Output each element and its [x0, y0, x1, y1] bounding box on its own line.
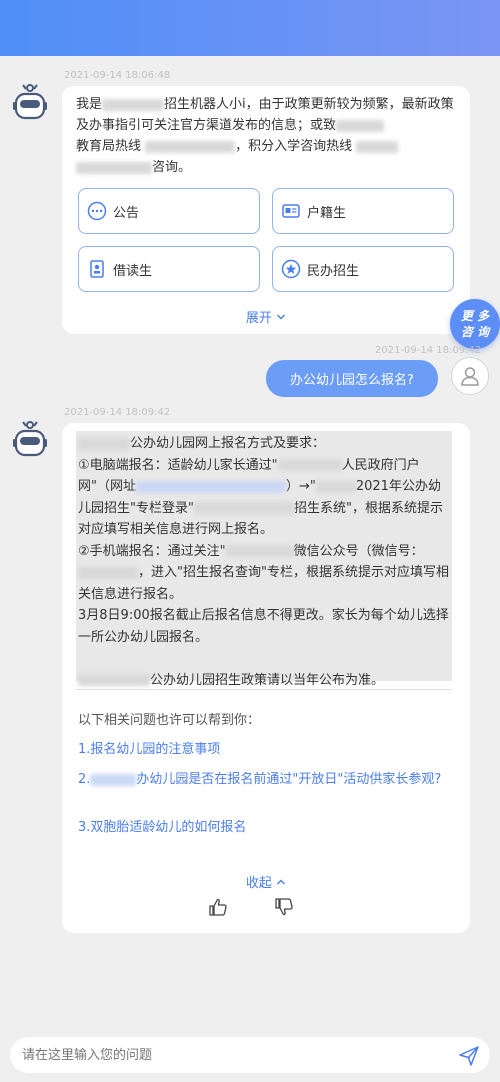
robot-avatar-icon — [13, 421, 47, 457]
related-question-1[interactable]: 1.报名幼儿园的注意事项 — [78, 739, 448, 760]
answer-text-part: 微信公众号（微信号： — [293, 543, 424, 559]
quick-button-label: 公告 — [113, 205, 140, 221]
timestamp: 2021-09-14 18:09:42 — [64, 407, 171, 418]
answer-text-part: 3月8日9:00报名截止后报名信息不得更改。家长为每个幼儿选择一所公办幼儿园报名… — [78, 608, 449, 645]
quick-button-announcement[interactable]: 公告 — [78, 188, 260, 234]
star-circle-icon — [281, 259, 301, 279]
quick-button-label: 户籍生 — [307, 205, 347, 221]
intro-bubble: 我是 招生机器人小i，由于政策更新较为频繁，最新政策及办事指引可关注官方渠道发布的… — [62, 86, 470, 334]
thumbs-down-icon[interactable] — [274, 897, 294, 917]
collapse-label: 收起 — [245, 876, 272, 891]
robot-avatar-icon — [13, 84, 47, 120]
intro-text-part: 咨询。 — [152, 160, 192, 175]
related-question-text: 办幼儿园是否在报名前通过"开放日"活动供家长参观? — [136, 772, 442, 787]
chevron-down-icon — [277, 314, 286, 320]
answer-text-part: 公办幼儿园招生政策请以当年公布为准。 — [150, 672, 385, 688]
answer-bubble: 公办幼儿园网上报名方式及要求： ①电脑端报名：适龄幼儿家长通过" 人民政府门户网"… — [62, 423, 470, 933]
thumbs-up-icon[interactable] — [208, 897, 228, 917]
related-question-3[interactable]: 3.双胞胎适龄幼儿的如何报名 — [78, 817, 448, 838]
related-questions-title: 以下相关问题也许可以帮到你： — [78, 713, 261, 728]
more-consult-line: 咨 询 — [460, 325, 490, 339]
related-question-2[interactable]: 2. 办幼儿园是否在报名前通过"开放日"活动供家长参观? — [78, 769, 448, 790]
user-message-bubble: 办公幼儿园怎么报名? — [266, 360, 438, 397]
intro-text: 我是 招生机器人小i，由于政策更新较为频繁，最新政策及办事指引可关注官方渠道发布的… — [76, 94, 456, 178]
chevron-up-icon — [277, 879, 286, 885]
top-bar — [0, 0, 500, 56]
answer-text-part: ①电脑端报名：适龄幼儿家长通过" — [78, 457, 278, 473]
send-icon[interactable] — [458, 1045, 480, 1067]
more-consult-line: 更 多 — [460, 309, 490, 323]
quick-button-household[interactable]: 户籍生 — [272, 188, 454, 234]
more-consult-button[interactable]: 更 多 咨 询 — [450, 299, 500, 349]
user-avatar — [451, 357, 489, 395]
badge-icon — [87, 259, 107, 279]
message-input[interactable] — [22, 1045, 442, 1065]
dots-circle-icon — [87, 201, 107, 221]
timestamp: 2021-09-14 18:06:48 — [64, 70, 171, 81]
quick-button-label: 借读生 — [113, 263, 153, 279]
quick-button-label: 民办招生 — [307, 263, 360, 279]
quick-button-private[interactable]: 民办招生 — [272, 246, 454, 292]
expand-button[interactable]: 展开 — [62, 307, 470, 326]
intro-text-part: ，积分入学咨询热线 — [235, 139, 353, 154]
intro-text-part: 我是 — [76, 97, 103, 112]
id-card-icon — [281, 201, 301, 221]
user-icon — [461, 367, 479, 386]
answer-text-part: 公办幼儿园网上报名方式及要求： — [130, 436, 326, 451]
answer-text-part: ）→" — [285, 479, 316, 494]
timestamp: 2021-09-14 18:09:42 — [375, 345, 482, 356]
expand-label: 展开 — [245, 311, 272, 326]
quick-button-boarding[interactable]: 借读生 — [78, 246, 260, 292]
divider — [76, 689, 452, 690]
collapse-button[interactable]: 收起 — [62, 872, 470, 891]
message-input-bar — [10, 1037, 490, 1073]
answer-content: 公办幼儿园网上报名方式及要求： ①电脑端报名：适龄幼儿家长通过" 人民政府门户网"… — [76, 431, 452, 688]
answer-text-part: ②手机端报名：通过关注" — [78, 543, 226, 559]
user-message-text: 办公幼儿园怎么报名? — [290, 373, 414, 388]
related-question-text: 2. — [78, 772, 91, 787]
intro-text-part: 教育局热线 — [76, 139, 142, 154]
